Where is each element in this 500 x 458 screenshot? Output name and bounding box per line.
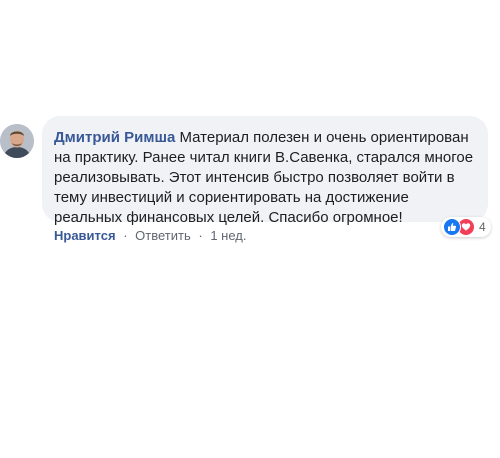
comment-author[interactable]: Дмитрий Римша [54,129,175,146]
reactions-summary[interactable]: 4 [441,217,491,237]
like-button[interactable]: Нравится [54,228,116,243]
comment: Дмитрий Римша Материал полезен и очень о… [0,0,500,458]
comment-bubble: Дмитрий Римша Материал полезен и очень о… [42,116,488,226]
comment-timestamp[interactable]: 1 нед. [210,228,246,243]
separator: · [198,228,203,243]
comment-actions: Нравится · Ответить · 1 нед. [54,228,247,244]
reaction-count: 4 [479,220,486,234]
separator: · [123,228,128,243]
like-icon [443,218,461,236]
avatar-photo [0,124,34,158]
avatar[interactable] [0,124,34,158]
reply-button[interactable]: Ответить [135,228,191,243]
